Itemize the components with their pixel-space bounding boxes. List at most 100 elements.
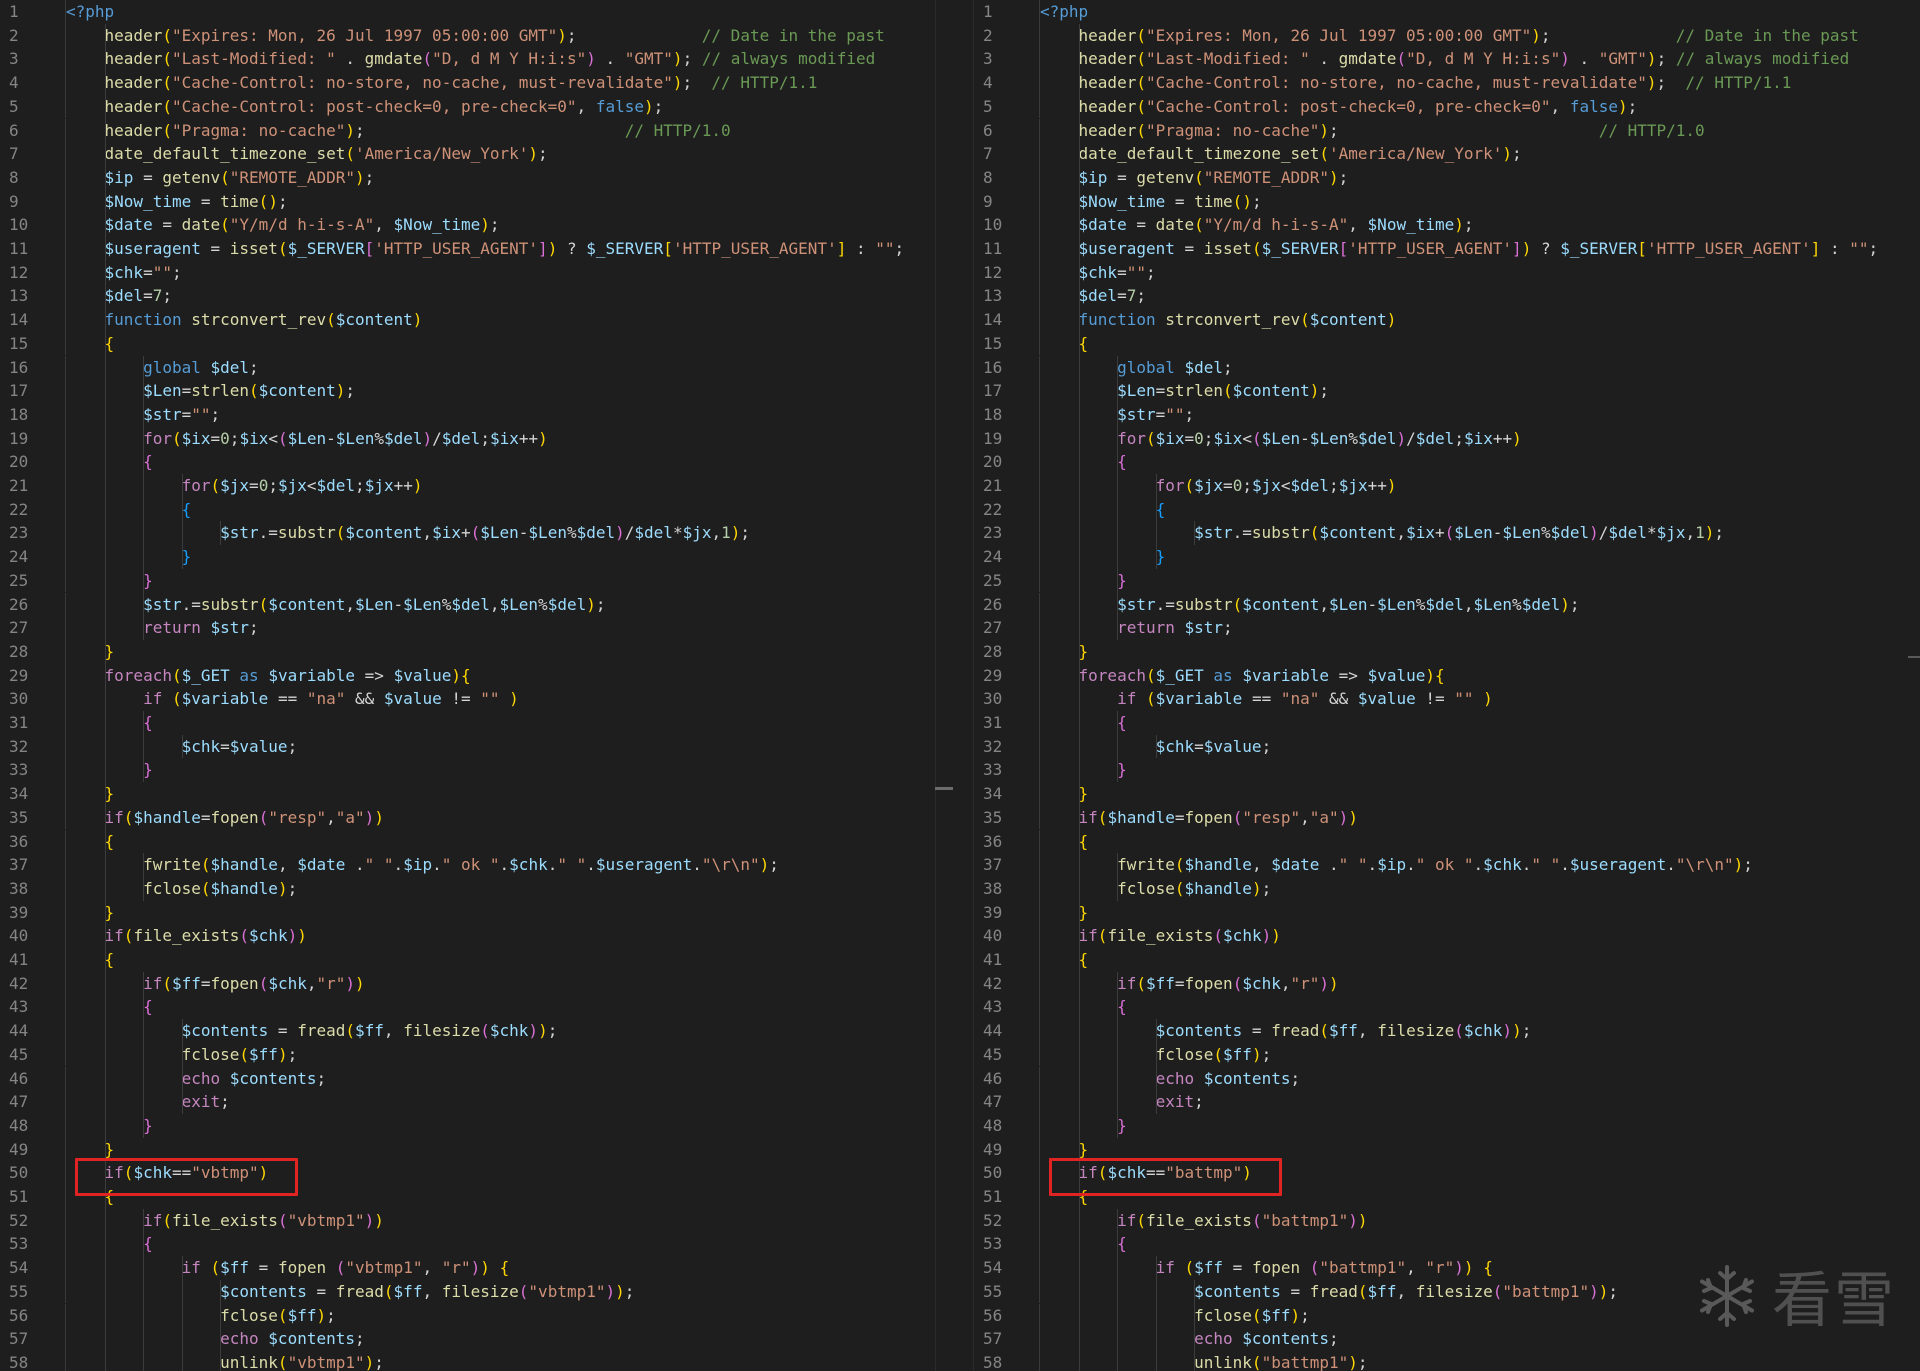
code-line[interactable]: 40 if(file_exists($chk)) bbox=[974, 924, 1281, 948]
code-line[interactable]: 29 foreach($_GET as $variable => $value)… bbox=[0, 663, 471, 688]
code-line[interactable]: 4 header("Cache-Control: no-store, no-ca… bbox=[974, 71, 1791, 95]
code-line[interactable]: 1 <?php bbox=[0, 0, 114, 24]
code-line[interactable]: 32 $chk=$value; bbox=[974, 734, 1271, 759]
code-line[interactable]: 30 if ($variable == "na" && $value != ""… bbox=[974, 687, 1493, 711]
pane-divider[interactable] bbox=[935, 0, 974, 1371]
code-line[interactable]: 22 { bbox=[974, 497, 1165, 522]
code-line[interactable]: 44 $contents = fread($ff, filesize($chk)… bbox=[974, 1019, 1531, 1043]
code-line[interactable]: 54 if ($ff = fopen ("battmp1", "r")) { bbox=[974, 1256, 1493, 1280]
code-line[interactable]: 38 fclose($handle); bbox=[974, 876, 1271, 901]
code-line[interactable]: 45 fclose($ff); bbox=[0, 1042, 297, 1067]
code-line[interactable]: 40 if(file_exists($chk)) bbox=[0, 924, 307, 948]
code-line[interactable]: 41 { bbox=[974, 948, 1088, 972]
code-line[interactable]: 24 } bbox=[974, 545, 1165, 569]
code-line[interactable]: 39 } bbox=[974, 900, 1088, 925]
code-line[interactable]: 53 { bbox=[0, 1232, 153, 1257]
code-line[interactable]: 23 $str.=substr($content,$ix+($Len-$Len%… bbox=[0, 521, 750, 546]
code-line[interactable]: 33 } bbox=[0, 758, 153, 783]
code-line[interactable]: 14 function strconvert_rev($content) bbox=[0, 308, 422, 332]
code-line[interactable]: 52 if(file_exists("battmp1")) bbox=[974, 1208, 1368, 1233]
code-line[interactable]: 16 global $del; bbox=[0, 355, 259, 380]
code-line[interactable]: 5 header("Cache-Control: post-check=0, p… bbox=[0, 94, 663, 119]
code-line[interactable]: 3 header("Last-Modified: " . gmdate("D, … bbox=[974, 47, 1849, 72]
code-line[interactable]: 42 if($ff=fopen($chk,"r")) bbox=[974, 971, 1339, 996]
code-line[interactable]: 31 { bbox=[974, 711, 1127, 735]
scrollbar-thumb-left[interactable] bbox=[935, 787, 953, 790]
code-line[interactable]: 20 { bbox=[974, 450, 1127, 474]
code-line[interactable]: 16 global $del; bbox=[974, 355, 1233, 380]
code-line[interactable]: 27 return $str; bbox=[0, 616, 259, 640]
code-line[interactable]: 58 unlink("battmp1"); bbox=[974, 1350, 1368, 1371]
code-line[interactable]: 54 if ($ff = fopen ("vbtmp1", "r")) { bbox=[0, 1256, 509, 1280]
code-line[interactable]: 22 { bbox=[0, 497, 191, 522]
code-line[interactable]: 48 } bbox=[0, 1113, 153, 1138]
code-line[interactable]: 7 date_default_timezone_set('America/New… bbox=[0, 142, 548, 166]
code-line[interactable]: 6 header("Pragma: no-cache"); // HTTP/1.… bbox=[0, 118, 731, 143]
code-line[interactable]: 2 header("Expires: Mon, 26 Jul 1997 05:0… bbox=[0, 23, 885, 48]
code-line[interactable]: 50 if($chk=="battmp") bbox=[974, 1161, 1252, 1185]
code-line[interactable]: 36 { bbox=[974, 829, 1088, 854]
code-line[interactable]: 17 $Len=strlen($content); bbox=[974, 379, 1329, 403]
code-line[interactable]: 10 $date = date("Y/m/d h-i-s-A", $Now_ti… bbox=[0, 213, 500, 237]
code-line[interactable]: 28 } bbox=[0, 639, 114, 664]
code-line[interactable]: 7 date_default_timezone_set('America/New… bbox=[974, 142, 1522, 166]
code-line[interactable]: 28 } bbox=[974, 639, 1088, 664]
code-line[interactable]: 11 $useragent = isset($_SERVER['HTTP_USE… bbox=[974, 237, 1878, 261]
code-line[interactable]: 23 $str.=substr($content,$ix+($Len-$Len%… bbox=[974, 521, 1724, 546]
code-line[interactable]: 25 } bbox=[974, 568, 1127, 593]
code-line[interactable]: 51 { bbox=[0, 1185, 114, 1209]
code-line[interactable]: 49 } bbox=[974, 1137, 1088, 1162]
diff-pane-right[interactable]: 1 <?php 2 header("Expires: Mon, 26 Jul 199… bbox=[974, 0, 1920, 1371]
code-line[interactable]: 47 exit; bbox=[974, 1090, 1204, 1114]
code-line[interactable]: 51 { bbox=[974, 1185, 1088, 1209]
code-line[interactable]: 30 if ($variable == "na" && $value != ""… bbox=[0, 687, 519, 711]
code-line[interactable]: 58 unlink("vbtmp1"); bbox=[0, 1350, 384, 1371]
code-line[interactable]: 39 } bbox=[0, 900, 114, 925]
code-line[interactable]: 56 fclose($ff); bbox=[974, 1303, 1310, 1328]
code-line[interactable]: 44 $contents = fread($ff, filesize($chk)… bbox=[0, 1019, 557, 1043]
code-line[interactable]: 48 } bbox=[974, 1113, 1127, 1138]
code-line[interactable]: 43 { bbox=[0, 995, 153, 1020]
code-line[interactable]: 56 fclose($ff); bbox=[0, 1303, 336, 1328]
code-line[interactable]: 14 function strconvert_rev($content) bbox=[974, 308, 1396, 332]
code-line[interactable]: 3 header("Last-Modified: " . gmdate("D, … bbox=[0, 47, 875, 72]
code-line[interactable]: 24 } bbox=[0, 545, 191, 569]
code-line[interactable]: 20 { bbox=[0, 450, 153, 474]
code-line[interactable]: 33 } bbox=[974, 758, 1127, 783]
code-line[interactable]: 41 { bbox=[0, 948, 114, 972]
code-line[interactable]: 6 header("Pragma: no-cache"); // HTTP/1.… bbox=[974, 118, 1705, 143]
code-line[interactable]: 29 foreach($_GET as $variable => $value)… bbox=[974, 663, 1445, 688]
code-line[interactable]: 11 $useragent = isset($_SERVER['HTTP_USE… bbox=[0, 237, 904, 261]
code-line[interactable]: 21 for($jx=0;$jx<$del;$jx++) bbox=[974, 474, 1397, 498]
code-line[interactable]: 50 if($chk=="vbtmp") bbox=[0, 1161, 268, 1185]
code-line[interactable]: 18 $str=""; bbox=[974, 402, 1194, 427]
code-line[interactable]: 17 $Len=strlen($content); bbox=[0, 379, 355, 403]
code-line[interactable]: 9 $Now_time = time(); bbox=[0, 189, 288, 214]
code-line[interactable]: 18 $str=""; bbox=[0, 402, 220, 427]
code-line[interactable]: 36 { bbox=[0, 829, 114, 854]
code-line[interactable]: 31 { bbox=[0, 711, 153, 735]
code-line[interactable]: 8 $ip = getenv("REMOTE_ADDR"); bbox=[974, 165, 1348, 190]
code-line[interactable]: 19 for($ix=0;$ix<($Len-$Len%$del)/$del;$… bbox=[0, 426, 548, 451]
code-line[interactable]: 27 return $str; bbox=[974, 616, 1233, 640]
code-line[interactable]: 55 $contents = fread($ff, filesize("vbtm… bbox=[0, 1279, 634, 1304]
code-line[interactable]: 35 if($handle=fopen("resp","a")) bbox=[974, 805, 1358, 830]
code-line[interactable]: 15 { bbox=[974, 331, 1088, 356]
code-line[interactable]: 45 fclose($ff); bbox=[974, 1042, 1271, 1067]
code-line[interactable]: 5 header("Cache-Control: post-check=0, p… bbox=[974, 94, 1637, 119]
code-line[interactable]: 1 <?php bbox=[974, 0, 1088, 24]
code-line[interactable]: 13 $del=7; bbox=[974, 284, 1146, 309]
diff-pane-left[interactable]: 1 <?php 2 header("Expires: Mon, 26 Jul 199… bbox=[0, 0, 935, 1371]
code-line[interactable]: 34 } bbox=[974, 782, 1088, 806]
code-line[interactable]: 13 $del=7; bbox=[0, 284, 172, 309]
code-line[interactable]: 25 } bbox=[0, 568, 153, 593]
code-line[interactable]: 49 } bbox=[0, 1137, 114, 1162]
code-line[interactable]: 35 if($handle=fopen("resp","a")) bbox=[0, 805, 384, 830]
code-line[interactable]: 52 if(file_exists("vbtmp1")) bbox=[0, 1208, 384, 1233]
code-line[interactable]: 15 { bbox=[0, 331, 114, 356]
code-line[interactable]: 21 for($jx=0;$jx<$del;$jx++) bbox=[0, 474, 423, 498]
code-line[interactable]: 43 { bbox=[974, 995, 1127, 1020]
code-line[interactable]: 2 header("Expires: Mon, 26 Jul 1997 05:0… bbox=[974, 23, 1859, 48]
code-line[interactable]: 38 fclose($handle); bbox=[0, 876, 297, 901]
code-line[interactable]: 12 $chk=""; bbox=[974, 260, 1156, 285]
